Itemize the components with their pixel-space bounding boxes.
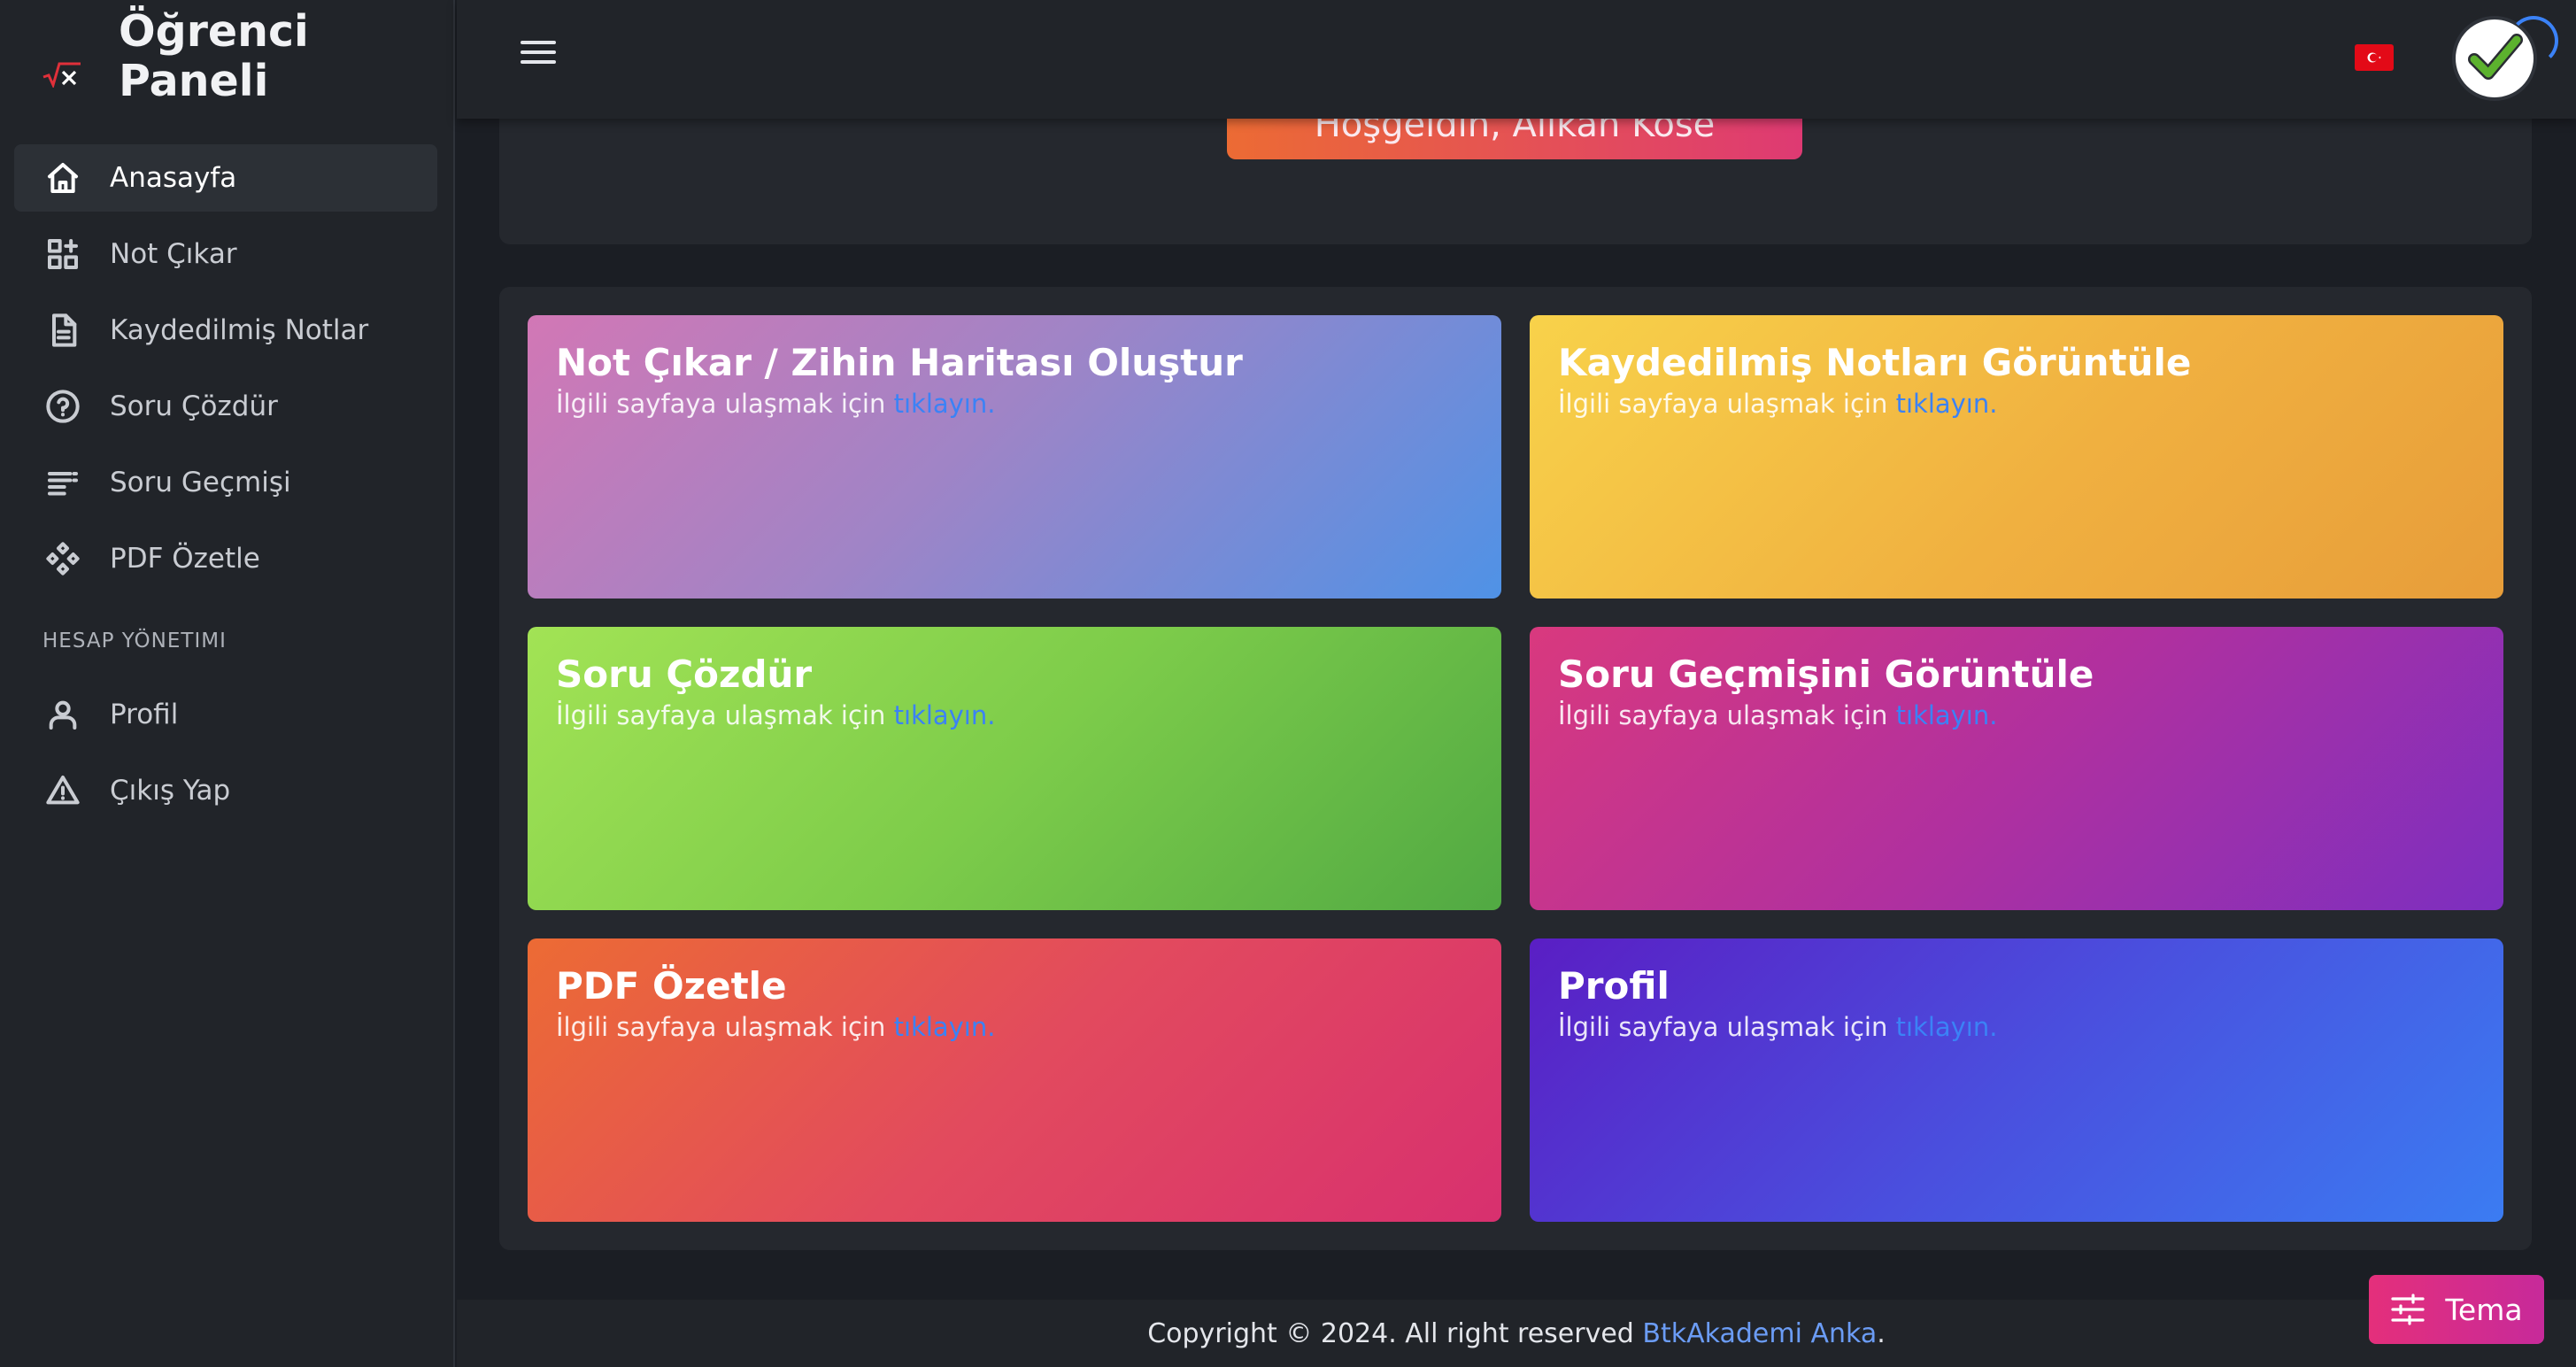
card-subtitle-text: İlgili sayfaya ulaşmak için (1558, 389, 1888, 419)
sliders-icon (2390, 1294, 2426, 1325)
home-icon (44, 159, 81, 197)
footer-link[interactable]: BtkAkademi Anka (1642, 1318, 1877, 1349)
card-title: Kaydedilmiş Notları Görüntüle (1558, 341, 2192, 384)
card-title: Soru Çözdür (556, 653, 813, 696)
card-subtitle: İlgili sayfaya ulaşmak için tıklayın. (1558, 1011, 2475, 1043)
warning-triangle-icon (44, 772, 81, 809)
card-subtitle-text: İlgili sayfaya ulaşmak için (1558, 700, 1888, 730)
dashboard-cards: Not Çıkar / Zihin Haritası Oluştur İlgil… (499, 287, 2532, 1250)
loading-spinner-icon (2509, 16, 2558, 66)
card-link[interactable]: tıklayın. (894, 1012, 996, 1042)
sidebar-item-soru-gecmisi[interactable]: Soru Geçmişi (14, 449, 437, 516)
user-icon (44, 696, 81, 733)
list-icon (44, 464, 81, 501)
card-title: PDF Özetle (556, 964, 787, 1008)
card-not-cikar[interactable]: Not Çıkar / Zihin Haritası Oluştur İlgil… (528, 315, 1501, 599)
topbar (457, 0, 2576, 119)
card-link[interactable]: tıklayın. (1896, 389, 1998, 419)
grid-plus-icon (44, 236, 81, 273)
sidebar-item-label: Kaydedilmiş Notlar (110, 314, 369, 346)
turkey-flag-icon[interactable] (2355, 44, 2394, 71)
sidebar-item-label: Anasayfa (110, 162, 237, 194)
card-link[interactable]: tıklayın. (1896, 1012, 1998, 1042)
sidebar: Öğrenci Paneli Anasayfa Not Çıkar Kayded… (0, 0, 455, 1367)
question-circle-icon (44, 388, 81, 425)
card-subtitle: İlgili sayfaya ulaşmak için tıklayın. (556, 699, 1473, 731)
sidebar-item-label: Profil (110, 699, 179, 730)
card-title: Not Çıkar / Zihin Haritası Oluştur (556, 341, 1243, 384)
footer: Copyright © 2024. All right reserved Btk… (457, 1300, 2576, 1367)
card-subtitle-text: İlgili sayfaya ulaşmak için (556, 1012, 886, 1042)
sidebar-item-kaydedilmis-notlar[interactable]: Kaydedilmiş Notlar (14, 297, 437, 364)
document-icon (44, 312, 81, 349)
card-link[interactable]: tıklayın. (894, 700, 996, 730)
card-subtitle: İlgili sayfaya ulaşmak için tıklayın. (1558, 388, 2475, 420)
sidebar-item-cikis-yap[interactable]: Çıkış Yap (14, 757, 437, 824)
sidebar-item-label: Çıkış Yap (110, 775, 231, 807)
card-subtitle: İlgili sayfaya ulaşmak için tıklayın. (1558, 699, 2475, 731)
sidebar-item-label: Soru Geçmişi (110, 467, 291, 498)
move-arrows-icon (44, 540, 81, 577)
card-subtitle: İlgili sayfaya ulaşmak için tıklayın. (556, 388, 1473, 420)
card-subtitle-text: İlgili sayfaya ulaşmak için (556, 389, 886, 419)
section-label-account: HESAP YÖNETIMI (42, 629, 227, 653)
hamburger-menu-icon[interactable] (521, 41, 556, 73)
card-subtitle: İlgili sayfaya ulaşmak için tıklayın. (556, 1011, 1473, 1043)
footer-suffix: . (1877, 1317, 1886, 1349)
sidebar-item-label: Soru Çözdür (110, 390, 278, 422)
sidebar-nav: Anasayfa Not Çıkar Kaydedilmiş Notlar So… (14, 144, 437, 833)
card-subtitle-text: İlgili sayfaya ulaşmak için (556, 700, 886, 730)
card-title: Profil (1558, 964, 1670, 1008)
sidebar-item-pdf-ozetle[interactable]: PDF Özetle (14, 525, 437, 592)
theme-button[interactable]: Tema (2369, 1275, 2544, 1344)
sidebar-item-soru-cozdur[interactable]: Soru Çözdür (14, 373, 437, 440)
sidebar-item-label: Not Çıkar (110, 238, 237, 270)
card-soru-cozdur[interactable]: Soru Çözdür İlgili sayfaya ulaşmak için … (528, 627, 1501, 910)
brand[interactable]: Öğrenci Paneli (41, 7, 349, 106)
card-profil[interactable]: Profil İlgili sayfaya ulaşmak için tıkla… (1530, 938, 2503, 1222)
brand-title: Öğrenci Paneli (119, 7, 349, 106)
card-title: Soru Geçmişini Görüntüle (1558, 653, 2094, 696)
brand-title-line2: Paneli (119, 56, 269, 106)
sqrt-x-logo-icon (41, 53, 83, 96)
card-soru-gecmisi[interactable]: Soru Geçmişini Görüntüle İlgili sayfaya … (1530, 627, 2503, 910)
copyright-text: Copyright © 2024. All right reserved (1147, 1317, 1634, 1349)
card-kaydedilmis-notlar[interactable]: Kaydedilmiş Notları Görüntüle İlgili say… (1530, 315, 2503, 599)
theme-button-label: Tema (2445, 1292, 2523, 1327)
brand-title-line1: Öğrenci (119, 6, 309, 57)
card-link[interactable]: tıklayın. (1896, 700, 1998, 730)
sidebar-item-label: PDF Özetle (110, 543, 260, 575)
sidebar-item-anasayfa[interactable]: Anasayfa (14, 144, 437, 212)
card-pdf-ozetle[interactable]: PDF Özetle İlgili sayfaya ulaşmak için t… (528, 938, 1501, 1222)
card-subtitle-text: İlgili sayfaya ulaşmak için (1558, 1012, 1888, 1042)
sidebar-item-not-cikar[interactable]: Not Çıkar (14, 220, 437, 288)
sidebar-item-profil[interactable]: Profil (14, 681, 437, 748)
card-link[interactable]: tıklayın. (894, 389, 996, 419)
